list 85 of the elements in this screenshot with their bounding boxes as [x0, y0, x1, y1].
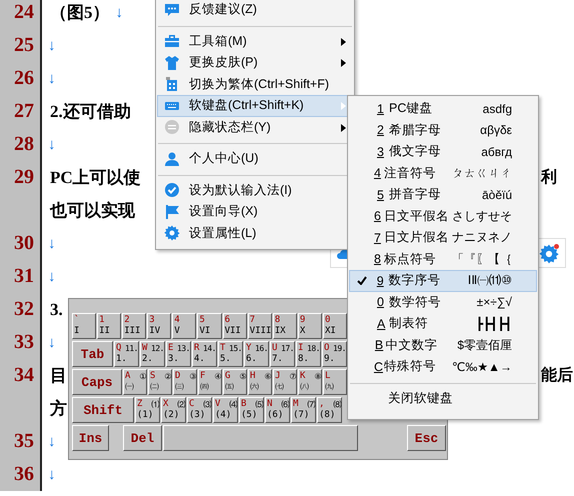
paragraph-text: 能后: [541, 365, 573, 386]
keyboard-key[interactable]: O 19. 9.: [322, 341, 347, 367]
keyboard-key[interactable]: 9 X: [298, 313, 322, 339]
menu-item[interactable]: 更换皮肤(P): [157, 52, 353, 74]
paragraph-mark: ↓: [48, 433, 56, 450]
paragraph-mark: ↓: [48, 466, 56, 483]
menu-item[interactable]: 8 标点符号 「『〖【｛: [349, 248, 537, 270]
keyboard-key[interactable]: 1 II: [97, 313, 122, 339]
paragraph-mark: ↓: [48, 37, 56, 54]
menu-item[interactable]: 工具箱(M): [157, 30, 353, 52]
line-number: 30: [0, 227, 42, 260]
paragraph-text: PC上可以使: [50, 167, 141, 189]
paragraph-text: 利: [541, 168, 557, 188]
paragraph-mark: ↓: [48, 70, 56, 87]
keyboard-key[interactable]: X ⑵ (2): [161, 397, 186, 423]
menu-item[interactable]: B 中文数字 $零壹佰厘: [349, 334, 537, 356]
keyboard-key[interactable]: 8 IX: [272, 313, 297, 339]
keyboard-key[interactable]: W 12. 2.: [140, 341, 165, 367]
keyboard-key[interactable]: C ⑶ (3): [187, 397, 212, 423]
keyboard-key[interactable]: U 17. 7.: [270, 341, 295, 367]
keyboard-key[interactable]: Shift: [72, 397, 134, 423]
keyboard-key[interactable]: 2 III: [122, 313, 146, 339]
paragraph-text: 3.: [50, 300, 63, 320]
keyboard-key[interactable]: J ⑦ ㈦: [273, 369, 297, 395]
keyboard-key[interactable]: 5 VI: [197, 313, 222, 339]
keyboard-key[interactable]: D ③ ㈢: [173, 369, 197, 395]
keyboard-key[interactable]: , ⑻ (8): [317, 397, 342, 423]
menu-item[interactable]: C特殊符号 ℃‰★▲→: [349, 356, 537, 378]
keyboard-key[interactable]: E 13. 3.: [166, 341, 191, 367]
keyboard-key[interactable]: M ⑺ (7): [291, 397, 316, 423]
keyboard-key[interactable]: Z ⑴ (1): [135, 397, 160, 423]
line-number: 34: [0, 359, 42, 392]
line-number: 26: [0, 62, 42, 95]
keyboard-key[interactable]: I 18. 8.: [296, 341, 321, 367]
keyboard-key[interactable]: F ④ ㈣: [198, 369, 222, 395]
keyboard-key[interactable]: Caps: [72, 369, 122, 395]
paragraph-text: 也可以实现: [50, 200, 135, 222]
line-number: 31: [0, 260, 42, 293]
paragraph-mark: ↓: [116, 4, 123, 21]
keyboard-key[interactable]: Esc: [407, 425, 446, 451]
keyboard-key[interactable]: 3 IV: [147, 313, 172, 339]
keyboard-key[interactable]: B ⑸ (5): [239, 397, 264, 423]
keyboard-key[interactable]: 6 VII: [222, 313, 247, 339]
keyboard-key[interactable]: N ⑹ (6): [265, 397, 290, 423]
keyboard-key[interactable]: G ⑤ ㈤: [223, 369, 247, 395]
paragraph-text: （图5）: [50, 2, 110, 24]
keyboard-key[interactable]: R 14. 4.: [192, 341, 217, 367]
line-number: 33: [0, 326, 42, 359]
keyboard-key[interactable]: H ⑥ ㈥: [248, 369, 272, 395]
menu-item[interactable]: 9 数字序号 ⅠⅡ㈠⑾⑩: [349, 270, 537, 292]
keyboard-key[interactable]: Q 11. 1.: [114, 341, 139, 367]
line-number: 24: [0, 0, 42, 29]
menu-item[interactable]: A 制表符 ┣┣┫┣┫: [349, 313, 537, 334]
keyboard-key[interactable]: A ① ㈠: [123, 369, 147, 395]
line-number: 29: [0, 161, 42, 194]
keyboard-key[interactable]: 7 VIII: [248, 313, 272, 339]
paragraph-mark: ↓: [48, 136, 56, 153]
menu-item[interactable]: 0 数学符号 ±×÷∑√: [349, 292, 537, 313]
keyboard-key[interactable]: S ② ㈡: [148, 369, 172, 395]
keyboard-key[interactable]: Del: [123, 425, 162, 451]
keyboard-key[interactable]: L ㈨: [323, 369, 347, 395]
paragraph-mark: ↓: [48, 235, 56, 252]
menu-item[interactable]: 关闭软键盘: [349, 388, 537, 409]
menu-item[interactable]: 切换为繁体(Ctrl+Shift+F): [157, 74, 353, 95]
keyboard-key[interactable]: T 15. 5.: [218, 341, 243, 367]
paragraph-text: 2.还可借助: [50, 101, 131, 123]
keyboard-key[interactable]: Ins: [72, 425, 109, 451]
menu-item[interactable]: 反馈建议(Z): [157, 0, 353, 20]
keyboard-key[interactable]: K ⑧ ㈧: [298, 369, 322, 395]
keyboard-key[interactable]: 0 XI: [322, 313, 348, 339]
paragraph-mark: ↓: [48, 334, 56, 351]
line-number: 25: [0, 29, 42, 62]
keyboard-key[interactable]: Y 16. 6.: [244, 341, 269, 367]
paragraph-text: 目: [50, 365, 67, 387]
line-number: 28: [0, 128, 42, 161]
line-number: 36: [0, 458, 42, 491]
paragraph-mark: ↓: [48, 268, 56, 285]
keyboard-key[interactable]: ` I: [72, 313, 96, 339]
keyboard-key[interactable]: Tab: [72, 341, 113, 367]
line-number: 32: [0, 293, 42, 326]
paragraph-text: 方: [50, 398, 67, 420]
line-number: 35: [0, 425, 42, 458]
keyboard-key[interactable]: 4 V: [172, 313, 196, 339]
keyboard-key[interactable]: V ⑷ (4): [213, 397, 238, 423]
line-number: 27: [0, 95, 42, 128]
